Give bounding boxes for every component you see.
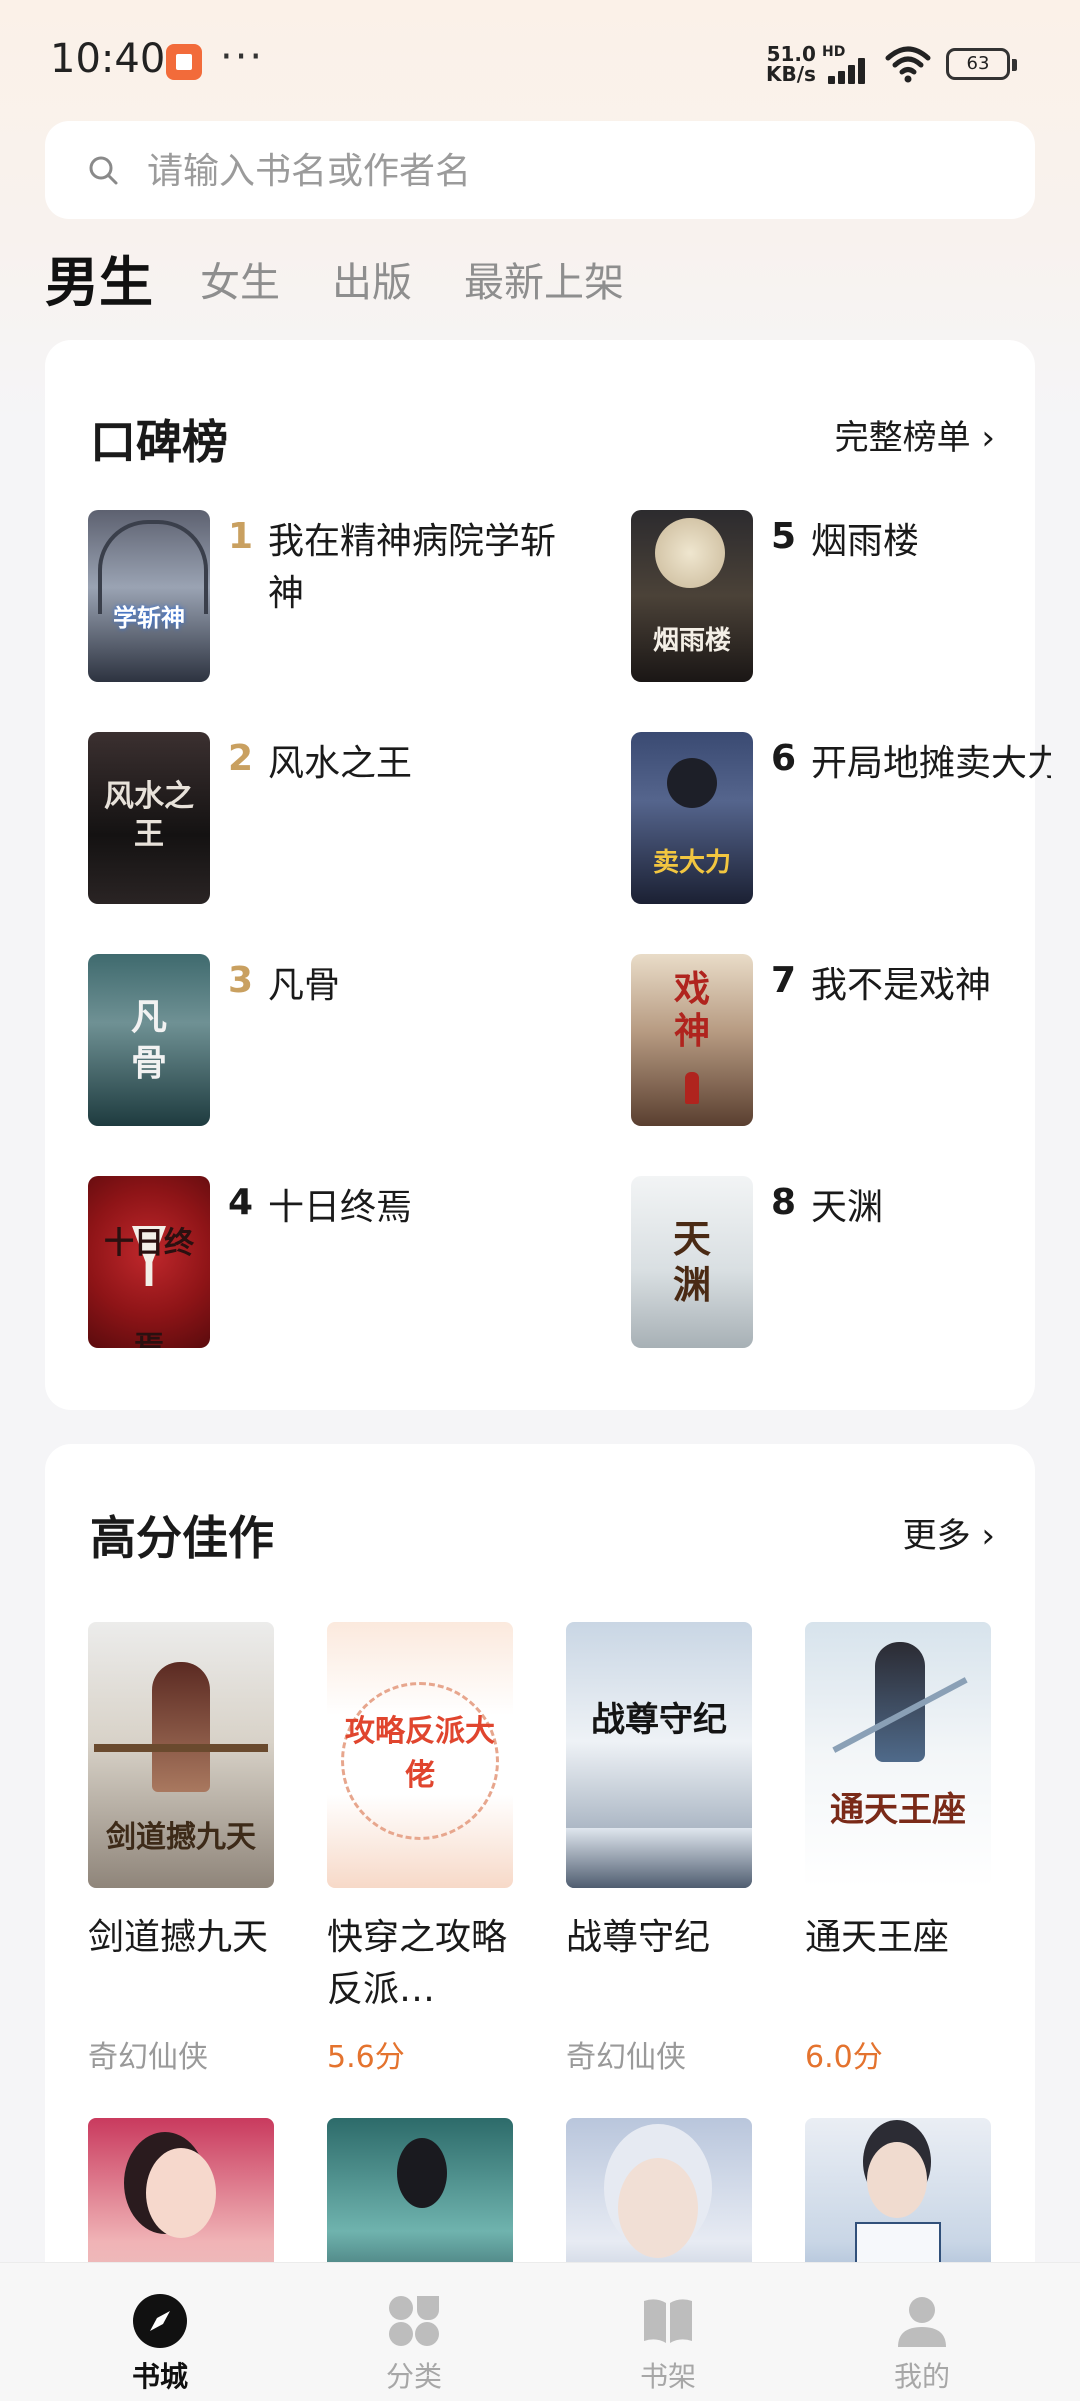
ranking-item[interactable]: 风水之王 2 风水之王 bbox=[88, 732, 518, 904]
book-title: 天渊 bbox=[811, 1187, 884, 1228]
rank-number: 4 bbox=[228, 1182, 254, 1223]
rank-number: 3 bbox=[228, 960, 254, 1001]
battery-icon: 63 bbox=[946, 48, 1017, 80]
book-item[interactable]: 攻略反派大佬 快穿之攻略反派… 5.6分 bbox=[327, 1622, 513, 2102]
book-title: 剑道撼九天 bbox=[88, 1917, 269, 1958]
book-title: 我不是戏神 bbox=[811, 965, 992, 1006]
book-cover: 卖大力 bbox=[631, 732, 753, 904]
full-ranking-link[interactable]: 完整榜单 › bbox=[835, 410, 995, 459]
book-cover: 风水之王 bbox=[88, 732, 210, 904]
bottom-navigation: 书城 分类 书架 我的 bbox=[0, 2262, 1080, 2401]
more-notifications-icon: ··· bbox=[220, 34, 265, 80]
ranking-card: 口碑榜 完整榜单 › 学斩神 1 我在精神病院学斩神 风水之王 2 风水之王 凡… bbox=[45, 340, 1051, 1410]
book-cover: 通天王座 bbox=[805, 1622, 991, 1888]
book-title: 凡骨 bbox=[268, 965, 341, 1006]
book-score: 6.0分 bbox=[805, 2040, 883, 2075]
tab-male[interactable]: 男生 bbox=[45, 238, 153, 317]
rank-number: 1 bbox=[228, 516, 254, 557]
book-title: 风水之王 bbox=[268, 743, 413, 784]
book-genre: 奇幻仙侠 bbox=[88, 2040, 208, 2075]
nav-label: 我的 bbox=[893, 2360, 950, 2393]
tab-publish[interactable]: 出版 bbox=[332, 250, 412, 308]
rank-number: 8 bbox=[771, 1182, 797, 1223]
nav-label: 书城 bbox=[131, 2360, 188, 2393]
ranking-item[interactable]: 烟雨楼 5 烟雨楼 bbox=[631, 510, 1061, 682]
nav-bookshelf[interactable]: 书架 bbox=[568, 2263, 768, 2401]
tab-new-arrivals[interactable]: 最新上架 bbox=[464, 250, 624, 308]
tab-female[interactable]: 女生 bbox=[200, 250, 280, 308]
compass-icon bbox=[133, 2294, 187, 2348]
ranking-item[interactable]: 十日终焉 4 十日终焉 bbox=[88, 1176, 518, 1348]
rank-number: 2 bbox=[228, 738, 254, 779]
book-cover: 凡骨 bbox=[88, 954, 210, 1126]
ranking-title: 口碑榜 bbox=[90, 415, 228, 469]
status-bar: 10:40 ··· 51.0 KB/s HD 63 bbox=[0, 0, 1080, 120]
app-notification-icon bbox=[166, 44, 202, 80]
network-speed-unit: KB/s bbox=[766, 62, 816, 86]
grid-icon bbox=[389, 2296, 439, 2346]
book-cover: 攻略反派大佬 bbox=[327, 1622, 513, 1888]
high-score-card: 高分佳作 更多 › 剑道撼九天 剑道撼九天 奇幻仙侠 攻略反派大佬 快穿之攻略反… bbox=[45, 1444, 1035, 2324]
network-speed: 51.0 KB/s bbox=[766, 44, 816, 84]
battery-level: 63 bbox=[966, 53, 990, 74]
ranking-item[interactable]: 凡骨 3 凡骨 bbox=[88, 954, 518, 1126]
rank-number: 7 bbox=[771, 960, 797, 1001]
book-cover: 剑道撼九天 bbox=[88, 1622, 274, 1888]
more-link[interactable]: 更多 › bbox=[903, 1508, 995, 1557]
ranking-item[interactable]: 戏神 7 我不是戏神 bbox=[631, 954, 1061, 1126]
rank-number: 5 bbox=[771, 516, 797, 557]
book-cover: 十日终焉 bbox=[88, 1176, 210, 1348]
nav-label: 分类 bbox=[385, 2360, 442, 2393]
book-item[interactable]: 通天王座 通天王座 6.0分 bbox=[805, 1622, 991, 2102]
book-title: 开局地摊卖大力 bbox=[811, 743, 1051, 784]
book-cover: 戏神 bbox=[631, 954, 753, 1126]
book-item[interactable]: 战尊守纪 战尊守纪 奇幻仙侠 bbox=[566, 1622, 752, 2102]
book-icon bbox=[644, 2299, 692, 2343]
book-title: 快穿之攻略反派… bbox=[327, 1917, 508, 2010]
network-speed-value: 51.0 bbox=[766, 42, 816, 66]
book-cover: 学斩神 bbox=[88, 510, 210, 682]
search-bar[interactable] bbox=[45, 121, 1035, 219]
high-score-title: 高分佳作 bbox=[90, 1511, 274, 1565]
nav-bookstore[interactable]: 书城 bbox=[60, 2263, 260, 2401]
nav-profile[interactable]: 我的 bbox=[822, 2263, 1022, 2401]
nav-categories[interactable]: 分类 bbox=[314, 2263, 514, 2401]
book-title: 通天王座 bbox=[805, 1917, 950, 1958]
nav-label: 书架 bbox=[639, 2360, 696, 2393]
book-title: 战尊守纪 bbox=[566, 1917, 711, 1958]
search-icon bbox=[89, 156, 118, 185]
clock: 10:40 bbox=[50, 36, 166, 82]
wifi-icon bbox=[885, 46, 931, 83]
search-input[interactable] bbox=[145, 141, 1009, 201]
person-icon bbox=[898, 2297, 946, 2347]
ranking-item[interactable]: 卖大力 6 开局地摊卖大力 bbox=[631, 732, 1061, 904]
book-cover: 战尊守纪 bbox=[566, 1622, 752, 1888]
book-title: 烟雨楼 bbox=[811, 521, 920, 562]
book-item[interactable]: 剑道撼九天 剑道撼九天 奇幻仙侠 bbox=[88, 1622, 274, 2102]
book-genre: 奇幻仙侠 bbox=[566, 2040, 686, 2075]
book-score: 5.6分 bbox=[327, 2040, 405, 2075]
book-title: 十日终焉 bbox=[268, 1187, 413, 1228]
book-title: 我在精神病院学斩神 bbox=[268, 521, 557, 614]
ranking-item[interactable]: 天渊 8 天渊 bbox=[631, 1176, 1061, 1348]
book-cover: 烟雨楼 bbox=[631, 510, 753, 682]
ranking-item[interactable]: 学斩神 1 我在精神病院学斩神 bbox=[88, 510, 556, 682]
cell-signal-icon bbox=[822, 58, 872, 84]
rank-number: 6 bbox=[771, 738, 797, 779]
book-cover: 天渊 bbox=[631, 1176, 753, 1348]
